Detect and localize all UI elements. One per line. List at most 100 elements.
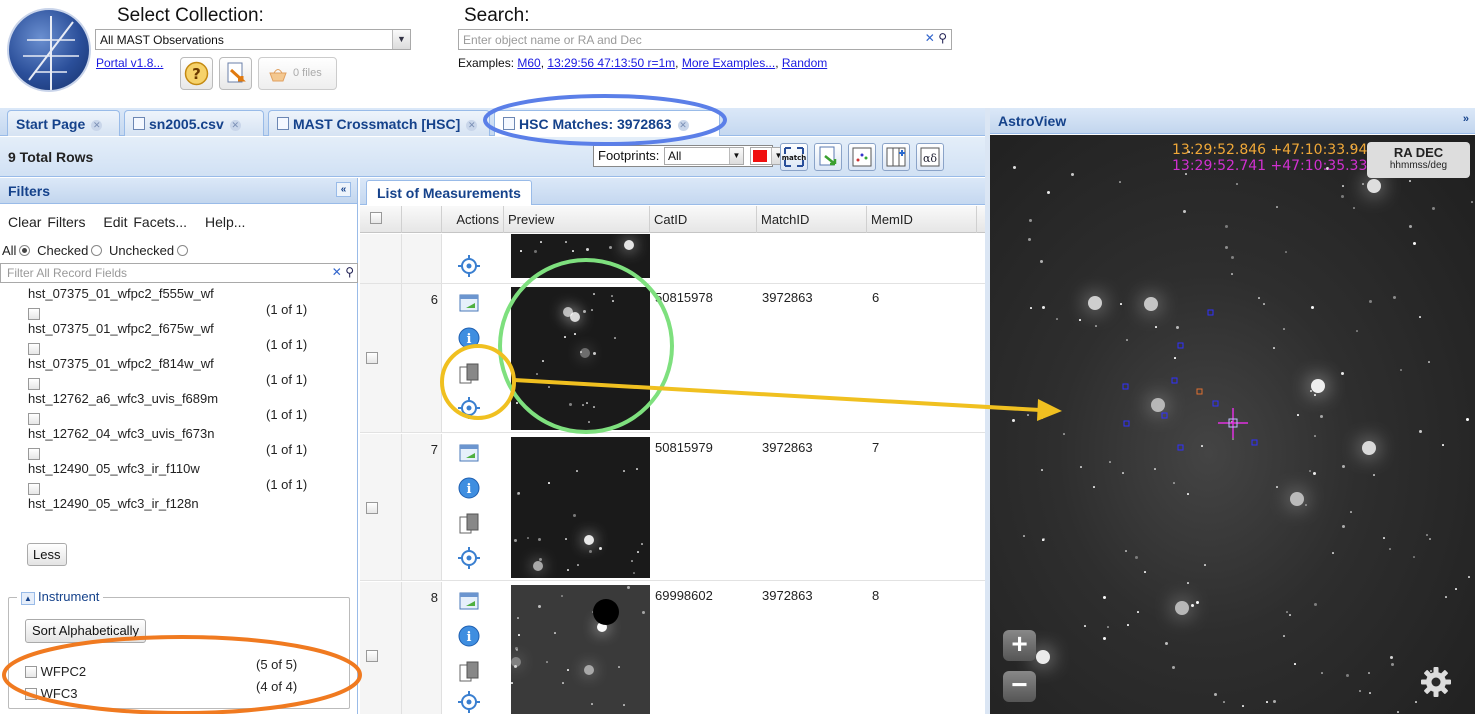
row-checkbox[interactable] [366, 650, 378, 662]
chevron-down-icon[interactable]: ▼ [729, 148, 743, 164]
table-row[interactable]: 6 i 50815978 3972863 6 [360, 284, 985, 433]
radec-format-button[interactable]: RA DEC hhmmss/deg [1367, 142, 1470, 178]
sort-alphabetically-button[interactable]: Sort Alphabetically [25, 619, 146, 643]
facet-checkbox[interactable] [28, 378, 40, 390]
view-details-icon[interactable] [457, 590, 481, 614]
close-icon[interactable]: ✕ [229, 120, 241, 131]
radio-all[interactable] [19, 245, 31, 256]
coordinate-readout-secondary: 13:29:52.741 +47:10:35.33 [1172, 158, 1368, 174]
match-button[interactable]: match [780, 143, 808, 171]
sky-viewer[interactable] [990, 135, 1475, 714]
center-target-icon[interactable] [457, 690, 481, 714]
expand-right-icon[interactable]: » [1463, 113, 1469, 125]
preview-thumbnail[interactable] [511, 287, 650, 430]
search-input[interactable]: Enter object name or RA and Dec ✕ ⚲ [458, 29, 952, 50]
tab-mast-crossmatch[interactable]: MAST Crossmatch [HSC] ✕ [268, 110, 490, 136]
info-icon[interactable]: i [457, 476, 481, 500]
facet-checkbox[interactable] [28, 308, 40, 320]
center-target-icon[interactable] [457, 396, 481, 420]
facet-checkbox[interactable] [28, 413, 40, 425]
tab-list-of-measurements[interactable]: List of Measurements [366, 180, 532, 205]
chevron-down-icon[interactable]: ▼ [392, 30, 410, 49]
preview-thumbnail[interactable] [511, 234, 650, 278]
preview-thumbnail[interactable] [511, 437, 650, 578]
footprint-marker [1123, 420, 1130, 427]
column-header-preview[interactable]: Preview [504, 206, 650, 233]
search-icon[interactable]: ⚲ [938, 31, 947, 45]
overlay-image-icon[interactable] [457, 660, 481, 684]
select-all-checkbox[interactable] [370, 212, 382, 224]
collapse-up-icon[interactable]: ▲ [21, 592, 35, 605]
zoom-out-button[interactable]: − [1003, 671, 1036, 702]
radio-unchecked[interactable] [177, 245, 189, 256]
help-button[interactable]: ? [180, 57, 213, 90]
overlay-image-icon[interactable] [457, 362, 481, 386]
view-details-icon[interactable] [457, 292, 481, 316]
search-placeholder: Enter object name or RA and Dec [463, 33, 642, 47]
example-link-coords[interactable]: 13:29:56 47:13:50 r=1m [547, 56, 675, 70]
facet-item: hst_12490_05_wfc3_ir_f110w (1 of 1) [8, 461, 348, 496]
footprints-control: Footprints: All ▼ ▼ [593, 145, 786, 167]
column-header-catid[interactable]: CatID [650, 206, 757, 233]
row-selector [360, 284, 402, 432]
basket-button[interactable]: 0 files [258, 57, 337, 90]
overlay-image-icon[interactable] [457, 512, 481, 536]
close-icon[interactable]: ✕ [466, 120, 478, 131]
cell-catid: 50815978 [655, 290, 713, 305]
tab-hsc-matches[interactable]: HSC Matches: 3972863 ✕ [494, 110, 720, 136]
footprint-marker [1161, 412, 1168, 419]
coordinate-readout: 13:29:52.846 +47:10:33.94 [1172, 142, 1368, 158]
columns-button[interactable] [882, 143, 910, 171]
row-checkbox[interactable] [366, 502, 378, 514]
center-target-icon[interactable] [457, 254, 481, 278]
tab-sn2005-csv[interactable]: sn2005.csv ✕ [124, 110, 264, 136]
tab-start-page[interactable]: Start Page ✕ [7, 110, 120, 136]
preview-thumbnail[interactable] [511, 585, 650, 714]
random-link[interactable]: Random [782, 56, 827, 70]
clear-icon[interactable]: ✕ [925, 31, 935, 45]
column-header-memid[interactable]: MemID [867, 206, 977, 233]
radio-checked[interactable] [91, 245, 103, 256]
instrument-legend[interactable]: ▲ Instrument [17, 589, 104, 605]
info-icon[interactable]: i [457, 326, 481, 350]
collapse-left-icon[interactable]: « [336, 182, 351, 197]
column-header-actions[interactable]: Actions [442, 206, 504, 233]
edit-facets-link[interactable]: Edit Facets... [103, 214, 187, 230]
instrument-checkbox[interactable] [25, 688, 37, 700]
info-icon[interactable]: i [457, 624, 481, 648]
less-button[interactable]: Less [27, 543, 67, 566]
more-examples-link[interactable]: More Examples... [682, 56, 775, 70]
search-icon[interactable]: ⚲ [345, 265, 354, 279]
view-details-icon[interactable] [457, 442, 481, 466]
close-icon[interactable]: ✕ [91, 120, 103, 131]
facet-checkbox[interactable] [28, 483, 40, 495]
table-row[interactable]: 8 i 69998602 3972863 8 [360, 582, 985, 714]
coordinate-format-button[interactable]: αδ [916, 143, 944, 171]
grid-header: Actions Preview CatID MatchID MemID [360, 206, 985, 233]
center-target-icon[interactable] [457, 546, 481, 570]
footprints-select[interactable]: All ▼ [664, 147, 744, 165]
table-row[interactable]: 7 i 50815979 3972863 7 [360, 434, 985, 581]
instrument-checkbox[interactable] [25, 666, 37, 678]
column-header-matchid[interactable]: MatchID [757, 206, 867, 233]
star-point [542, 360, 544, 362]
portal-version-link[interactable]: Portal v1.8... [96, 56, 163, 70]
scatter-plot-button[interactable] [848, 143, 876, 171]
collection-select[interactable]: All MAST Observations ▼ [95, 29, 411, 50]
clear-filters-link[interactable]: Clear Filters [8, 214, 85, 230]
row-checkbox[interactable] [366, 352, 378, 364]
star-point [591, 703, 593, 705]
gear-icon[interactable] [1418, 664, 1454, 700]
export-button[interactable] [219, 57, 252, 90]
star-point [567, 669, 569, 671]
zoom-in-button[interactable]: + [1003, 630, 1036, 661]
table-row[interactable] [360, 234, 985, 284]
clear-icon[interactable]: ✕ [332, 265, 342, 279]
filter-records-input[interactable]: Filter All Record Fields ✕ ⚲ [0, 263, 358, 283]
example-link-m60[interactable]: M60 [517, 56, 540, 70]
facet-checkbox[interactable] [28, 343, 40, 355]
close-icon[interactable]: ✕ [677, 120, 689, 131]
facet-checkbox[interactable] [28, 448, 40, 460]
filter-help-link[interactable]: Help... [205, 214, 245, 230]
export-table-button[interactable] [814, 143, 842, 171]
